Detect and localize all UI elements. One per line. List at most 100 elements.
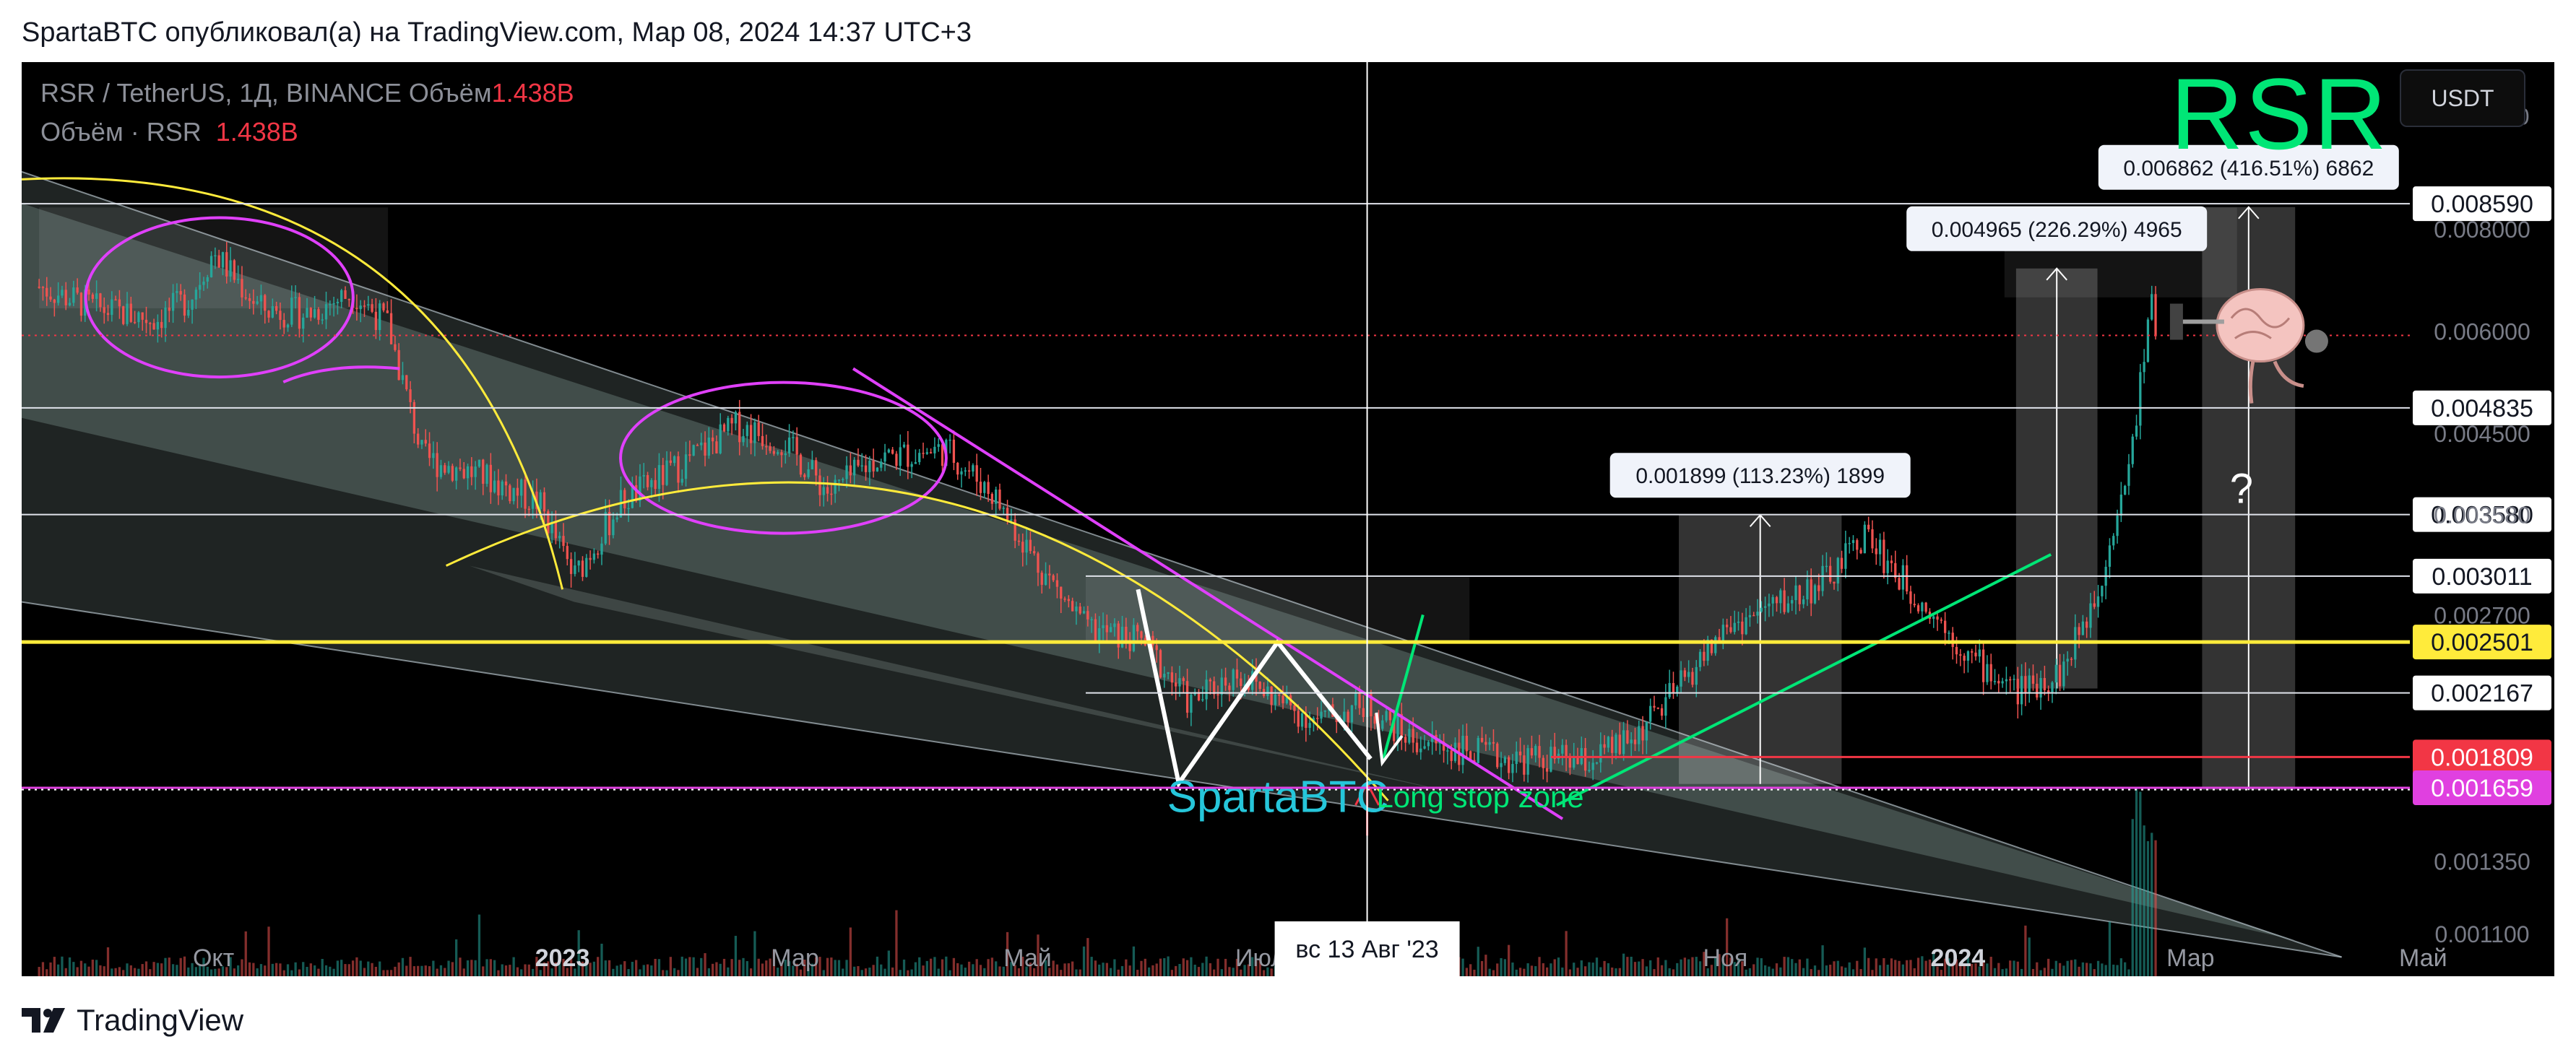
candle-body	[1703, 651, 1706, 661]
volume-bar	[1997, 963, 2000, 976]
volume-bar	[692, 957, 695, 976]
candle	[1924, 601, 1927, 614]
volume-bar	[394, 966, 397, 976]
candle-body	[144, 319, 148, 323]
volume-bar	[1875, 958, 1877, 976]
symbol-legend[interactable]: RSR / TetherUS, 1Д, BINANCE Объём1.438B	[40, 78, 574, 108]
volume-bar	[1680, 959, 1682, 976]
candle-body	[1320, 711, 1323, 719]
volume-bar	[1511, 963, 1514, 976]
candle-body	[171, 292, 175, 311]
candle-body	[56, 295, 60, 303]
candle-body	[199, 284, 202, 290]
candle-body	[1343, 711, 1346, 722]
candle-body	[2093, 603, 2096, 607]
volume-bar	[2124, 962, 2127, 976]
candle-body	[118, 299, 121, 307]
volume-bar	[363, 968, 366, 976]
candle-body	[1159, 650, 1162, 678]
candle-body	[1840, 557, 1844, 569]
volume-bar	[1492, 970, 1495, 976]
candle	[1997, 674, 2000, 694]
candle-body	[1488, 742, 1491, 745]
candle-body	[662, 465, 665, 485]
volume-bar	[1098, 964, 1101, 976]
volume-bar	[1901, 964, 1904, 976]
candle-body	[2154, 294, 2157, 336]
volume-bar	[1898, 960, 1901, 976]
volume-bar	[1067, 963, 1070, 976]
candle-body	[1029, 539, 1032, 552]
candle-body	[592, 553, 596, 560]
volume-bar	[371, 963, 373, 976]
volume-bar	[79, 960, 83, 976]
price-chart[interactable]: SpartaBTCLong stop zone? 0.008590 0.00483…	[22, 62, 2554, 976]
candle-body	[466, 466, 470, 479]
candle-body	[459, 467, 462, 469]
volume-bar	[1197, 967, 1201, 976]
volume-bar	[1136, 970, 1139, 976]
volume-bar	[673, 968, 676, 976]
volume-bar	[485, 959, 488, 976]
candle	[2108, 538, 2112, 578]
candle-body	[428, 443, 431, 459]
volume-bar	[830, 957, 833, 976]
candle-body	[837, 479, 841, 481]
candle-body	[1408, 729, 1411, 743]
volume-bar	[1105, 963, 1108, 976]
measure-label-1: 0.001899 (113.23%) 1899	[1609, 453, 1911, 498]
volume-bar	[351, 960, 355, 976]
volume-bar	[122, 970, 125, 976]
candle-body	[715, 441, 718, 453]
volume-bar	[1607, 963, 1610, 976]
candle	[956, 461, 959, 480]
volume-bar	[329, 966, 332, 976]
volume-bar	[72, 962, 75, 976]
candle-body	[489, 464, 492, 492]
volume-bar	[2020, 968, 2023, 976]
tradingview-brand[interactable]: TradingView	[77, 1003, 243, 1038]
volume-bar	[447, 960, 450, 976]
candle-body	[474, 466, 477, 477]
volume-bar	[948, 970, 951, 976]
candle-body	[1687, 672, 1690, 677]
volume-bar	[849, 927, 852, 976]
candle-body	[1415, 742, 1419, 752]
volume-bar	[1488, 968, 1491, 976]
volume-bar	[1786, 957, 1790, 976]
candle-body	[516, 487, 519, 496]
time-axis-tick: Май	[1003, 944, 1052, 972]
candle-body	[777, 452, 779, 454]
candle-body	[1951, 633, 1954, 647]
candle-body	[1224, 677, 1227, 686]
tradingview-logo-icon[interactable]	[22, 1008, 66, 1033]
time-axis-tick: Ноя	[1703, 944, 1747, 972]
volume-bar	[1851, 969, 1855, 976]
candle-body	[711, 437, 714, 442]
candle-body	[948, 439, 951, 441]
volume-bar	[662, 970, 665, 976]
chart-panel[interactable]: SpartaBTC Long stop zone? 0.008590 0.00483…	[22, 62, 2554, 976]
volume-legend[interactable]: Объём · RSR 1.438B	[40, 117, 298, 147]
volume-bar	[1683, 957, 1687, 976]
candle-body	[1347, 711, 1349, 723]
candle-body	[554, 521, 558, 539]
candle	[1986, 655, 1989, 685]
candle-body	[501, 481, 503, 496]
volume-bar	[604, 960, 607, 976]
volume-bar	[99, 965, 102, 976]
volume-bar	[144, 961, 148, 976]
candle-body	[485, 464, 488, 485]
volume-bar	[922, 965, 925, 976]
volume-bar	[929, 958, 933, 976]
volume-bar	[2101, 963, 2104, 976]
candle-body	[1591, 763, 1594, 770]
currency-button[interactable]: USDT	[2400, 69, 2525, 127]
candle-body	[1082, 611, 1086, 614]
volume-bar	[1469, 964, 1472, 976]
volume-bar	[520, 969, 523, 976]
volume-bar	[428, 966, 431, 976]
candle-body	[462, 469, 465, 479]
volume-bar	[1557, 957, 1560, 976]
volume-bar	[933, 957, 936, 976]
